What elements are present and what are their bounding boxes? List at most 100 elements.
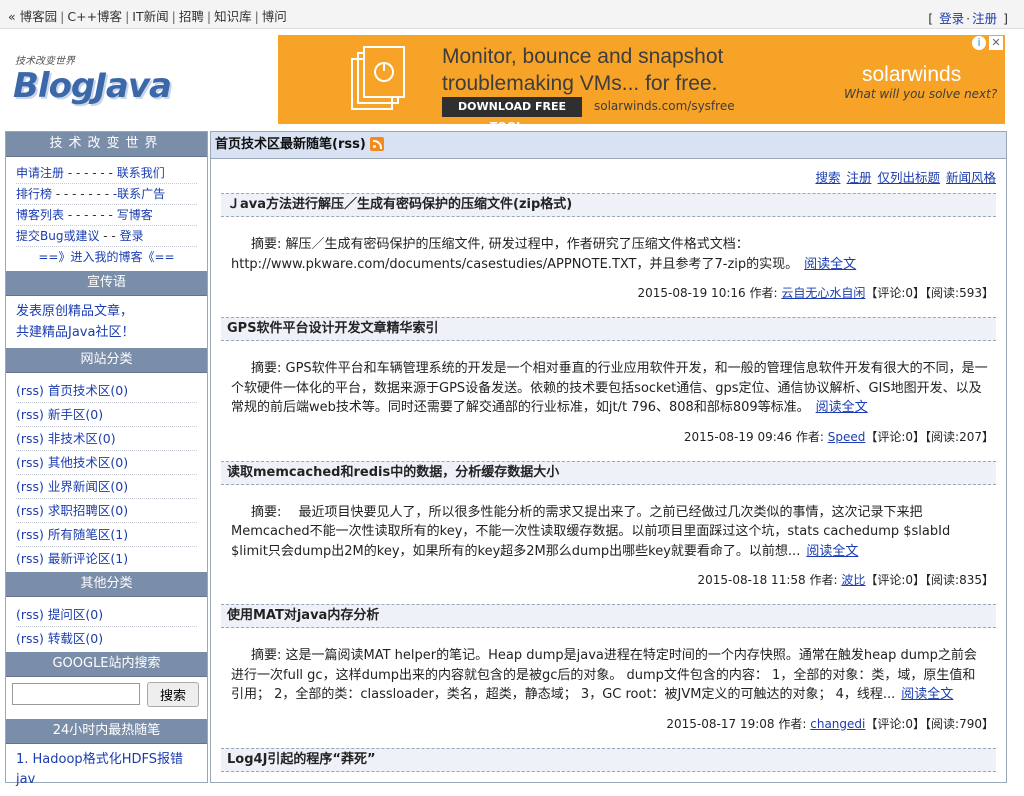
submit-bug-link[interactable]: 提交Bug或建议 — [16, 229, 99, 243]
post-item: Ｊava方法进行解压／生成有密码保护的压缩文件(zip格式) 摘要: 解压／生成… — [221, 193, 996, 309]
post-summary: 摘要: 最近项目快要见人了，所以很多性能分析的需求又提出来了。之前已经做过几次类… — [221, 485, 996, 562]
nav-link-qa[interactable]: 博问 — [262, 9, 287, 24]
post-summary-text: 摘要: GPS软件平台和车辆管理系统的开发是一个相对垂直的行业应用软件开发，和一… — [231, 361, 988, 415]
sidebar-login-link[interactable]: 登录 — [120, 229, 144, 243]
rss-icon[interactable] — [369, 137, 384, 151]
sidebar-link-row: 提交Bug或建议 - - 登录 — [16, 226, 197, 247]
sidebar-link-row: ==》进入我的博客《== — [16, 247, 197, 267]
category-item[interactable]: (rss) 其他技术区(0) — [16, 451, 197, 475]
other-category-title: 其他分类 — [6, 572, 207, 597]
sidebar-title: 技术改变世界 — [6, 132, 207, 157]
post-title[interactable]: Ｊava方法进行解压／生成有密码保护的压缩文件(zip格式) — [221, 193, 996, 217]
site-logo[interactable]: BlogJava — [13, 66, 172, 106]
ad-brand: solarwinds — [862, 63, 962, 86]
read-more-link[interactable]: 阅读全文 — [804, 257, 856, 272]
post-date: 2015-08-19 10:16 — [637, 286, 746, 300]
login-link[interactable]: 登录 — [939, 11, 964, 26]
search-link[interactable]: 搜索 — [815, 170, 840, 185]
category-item[interactable]: (rss) 新手区(0) — [16, 403, 197, 427]
category-item[interactable]: (rss) 非技术区(0) — [16, 427, 197, 451]
category-item[interactable]: (rss) 最新评论区(1) — [16, 547, 197, 570]
dot-separator: · — [966, 11, 971, 26]
post-author-link[interactable]: 波比 — [841, 573, 865, 587]
sidebar-link-row: 博客列表 - - - - - - 写博客 — [16, 205, 197, 226]
category-item[interactable]: (rss) 业界新闻区(0) — [16, 475, 197, 499]
sidebar: 技术改变世界 申请注册 - - - - - - 联系我们 排行榜 - - - -… — [5, 131, 208, 787]
register-link[interactable]: 注册 — [972, 11, 997, 26]
site-search: 搜索 — [6, 677, 207, 719]
blog-list-link[interactable]: 博客列表 — [16, 208, 64, 222]
site-search-input[interactable] — [12, 683, 140, 705]
author-label: 作者: — [795, 429, 824, 444]
hot-post-item[interactable]: 1. Hadoop格式化HDFS报错jav — [16, 750, 197, 790]
category-item[interactable]: (rss) 首页技术区(0) — [16, 379, 197, 403]
post-title[interactable]: GPS软件平台设计开发文章精华索引 — [221, 317, 996, 341]
post-item: 使用MAT对java内存分析 摘要: 这是一篇阅读MAT helper的笔记。H… — [221, 604, 996, 740]
author-label: 作者: — [809, 573, 838, 587]
account-links: [ 登录 · 注册 ] — [928, 8, 1008, 27]
top-nav-bar: « 博客园 | C++博客 | IT新闻 | 招聘 | 知识库 | 博问 [ 登录 · 注册 ] — [0, 0, 1024, 29]
nav-prefix: « — [8, 9, 16, 24]
post-author-link[interactable]: Speed — [828, 430, 866, 444]
post-meta: 2015-08-19 09:46 作者: Speed【评论:0】【阅读:207】 — [221, 418, 996, 453]
titles-only-link[interactable]: 仅列出标题 — [877, 170, 940, 185]
post-stats: 【评论:0】【阅读:207】 — [865, 429, 994, 444]
site-nav: « 博客园 | C++博客 | IT新闻 | 招聘 | 知识库 | 博问 — [8, 9, 287, 24]
post-stats: 【评论:0】【阅读:593】 — [865, 286, 994, 300]
post-title[interactable]: 使用MAT对java内存分析 — [221, 604, 996, 628]
nav-link-jobs[interactable]: 招聘 — [179, 9, 204, 24]
dash-separator: - - - - - - - — [52, 187, 113, 201]
category-title: 网站分类 — [6, 348, 207, 373]
apply-register-link[interactable]: 申请注册 — [16, 166, 64, 180]
page-title: 首页技术区最新随笔(rss) — [215, 137, 366, 152]
main-content: 首页技术区最新随笔(rss) 搜索 注册 仅列出标题 新闻风格 Ｊava方法进行解压／… — [210, 131, 1007, 783]
author-label: 作者: — [749, 286, 778, 300]
write-blog-link[interactable]: 写博客 — [117, 208, 153, 222]
bracket-open: [ — [928, 11, 934, 26]
ad-banner[interactable]: Monitor, bounce and snapshot troublemaki… — [278, 35, 1005, 124]
monitor-illustration-icon — [351, 46, 405, 110]
register-link-main[interactable]: 注册 — [846, 170, 871, 185]
category-list: (rss) 首页技术区(0) (rss) 新手区(0) (rss) 非技术区(0… — [6, 373, 207, 572]
category-item[interactable]: (rss) 所有随笔区(1) — [16, 523, 197, 547]
post-author-link[interactable]: changedi — [810, 717, 865, 731]
nav-link-cnblogs[interactable]: 博客园 — [20, 9, 58, 24]
site-slogan: 技术改变世界 — [15, 56, 75, 67]
post-author-link[interactable]: 云自无心水自闲 — [781, 286, 865, 300]
category-item[interactable]: (rss) 提问区(0) — [16, 603, 197, 627]
ad-info-icon[interactable]: i — [972, 36, 986, 50]
bracket-close: ] — [1003, 11, 1008, 26]
promo-text: 发表原创精品文章， 共建精品Java社区！ — [6, 296, 207, 348]
post-item: 读取memcached和redis中的数据，分析缓存数据大小 摘要: 最近项目快… — [221, 460, 996, 597]
site-search-button[interactable]: 搜索 — [147, 682, 199, 707]
nav-link-cppblog[interactable]: C++博客 — [67, 9, 122, 24]
post-meta: 2015-08-17 19:08 作者: changedi【评论:0】【阅读:7… — [221, 705, 996, 740]
category-item[interactable]: (rss) 转载区(0) — [16, 627, 197, 650]
news-style-link[interactable]: 新闻风格 — [946, 170, 996, 185]
post-summary-text: 摘要: 解压／生成有密码保护的压缩文件, 研发过程中，作者研究了压缩文件格式文档… — [231, 237, 799, 272]
nav-link-kb[interactable]: 知识库 — [214, 9, 252, 24]
enter-my-blog-link[interactable]: ==》进入我的博客《== — [38, 250, 174, 264]
post-date: 2015-08-17 19:08 — [666, 716, 775, 731]
read-more-link[interactable]: 阅读全文 — [816, 400, 868, 415]
contact-ads-link[interactable]: -联系广告 — [113, 187, 165, 201]
main-view-links: 搜索 注册 仅列出标题 新闻风格 — [211, 159, 1006, 185]
ranking-link[interactable]: 排行榜 — [16, 187, 52, 201]
post-title[interactable]: 读取memcached和redis中的数据，分析缓存数据大小 — [221, 460, 996, 485]
category-item[interactable]: (rss) 求职招聘区(0) — [16, 499, 197, 523]
read-more-link[interactable]: 阅读全文 — [901, 687, 953, 702]
ad-close-icon[interactable]: ✕ — [989, 36, 1003, 50]
promo-title: 宣传语 — [6, 271, 207, 296]
ad-headline-line-1: Monitor, bounce and snapshot — [442, 45, 724, 68]
read-more-link[interactable]: 阅读全文 — [806, 544, 858, 559]
contact-us-link[interactable]: 联系我们 — [117, 166, 165, 180]
post-date: 2015-08-18 11:58 — [697, 573, 806, 587]
main-title-bar: 首页技术区最新随笔(rss) — [211, 132, 1006, 159]
nav-link-itnews[interactable]: IT新闻 — [132, 9, 168, 24]
sidebar-link-row: 排行榜 - - - - - - - -联系广告 — [16, 184, 197, 205]
ad-download-button[interactable]: DOWNLOAD FREE TOOL » — [442, 97, 582, 124]
post-summary: 摘要: 解压／生成有密码保护的压缩文件, 研发过程中，作者研究了压缩文件格式文档… — [221, 217, 996, 274]
author-label: 作者: — [778, 716, 807, 731]
promo-line: 发表原创精品文章， — [16, 304, 134, 319]
sidebar-links: 申请注册 - - - - - - 联系我们 排行榜 - - - - - - - … — [6, 157, 207, 271]
